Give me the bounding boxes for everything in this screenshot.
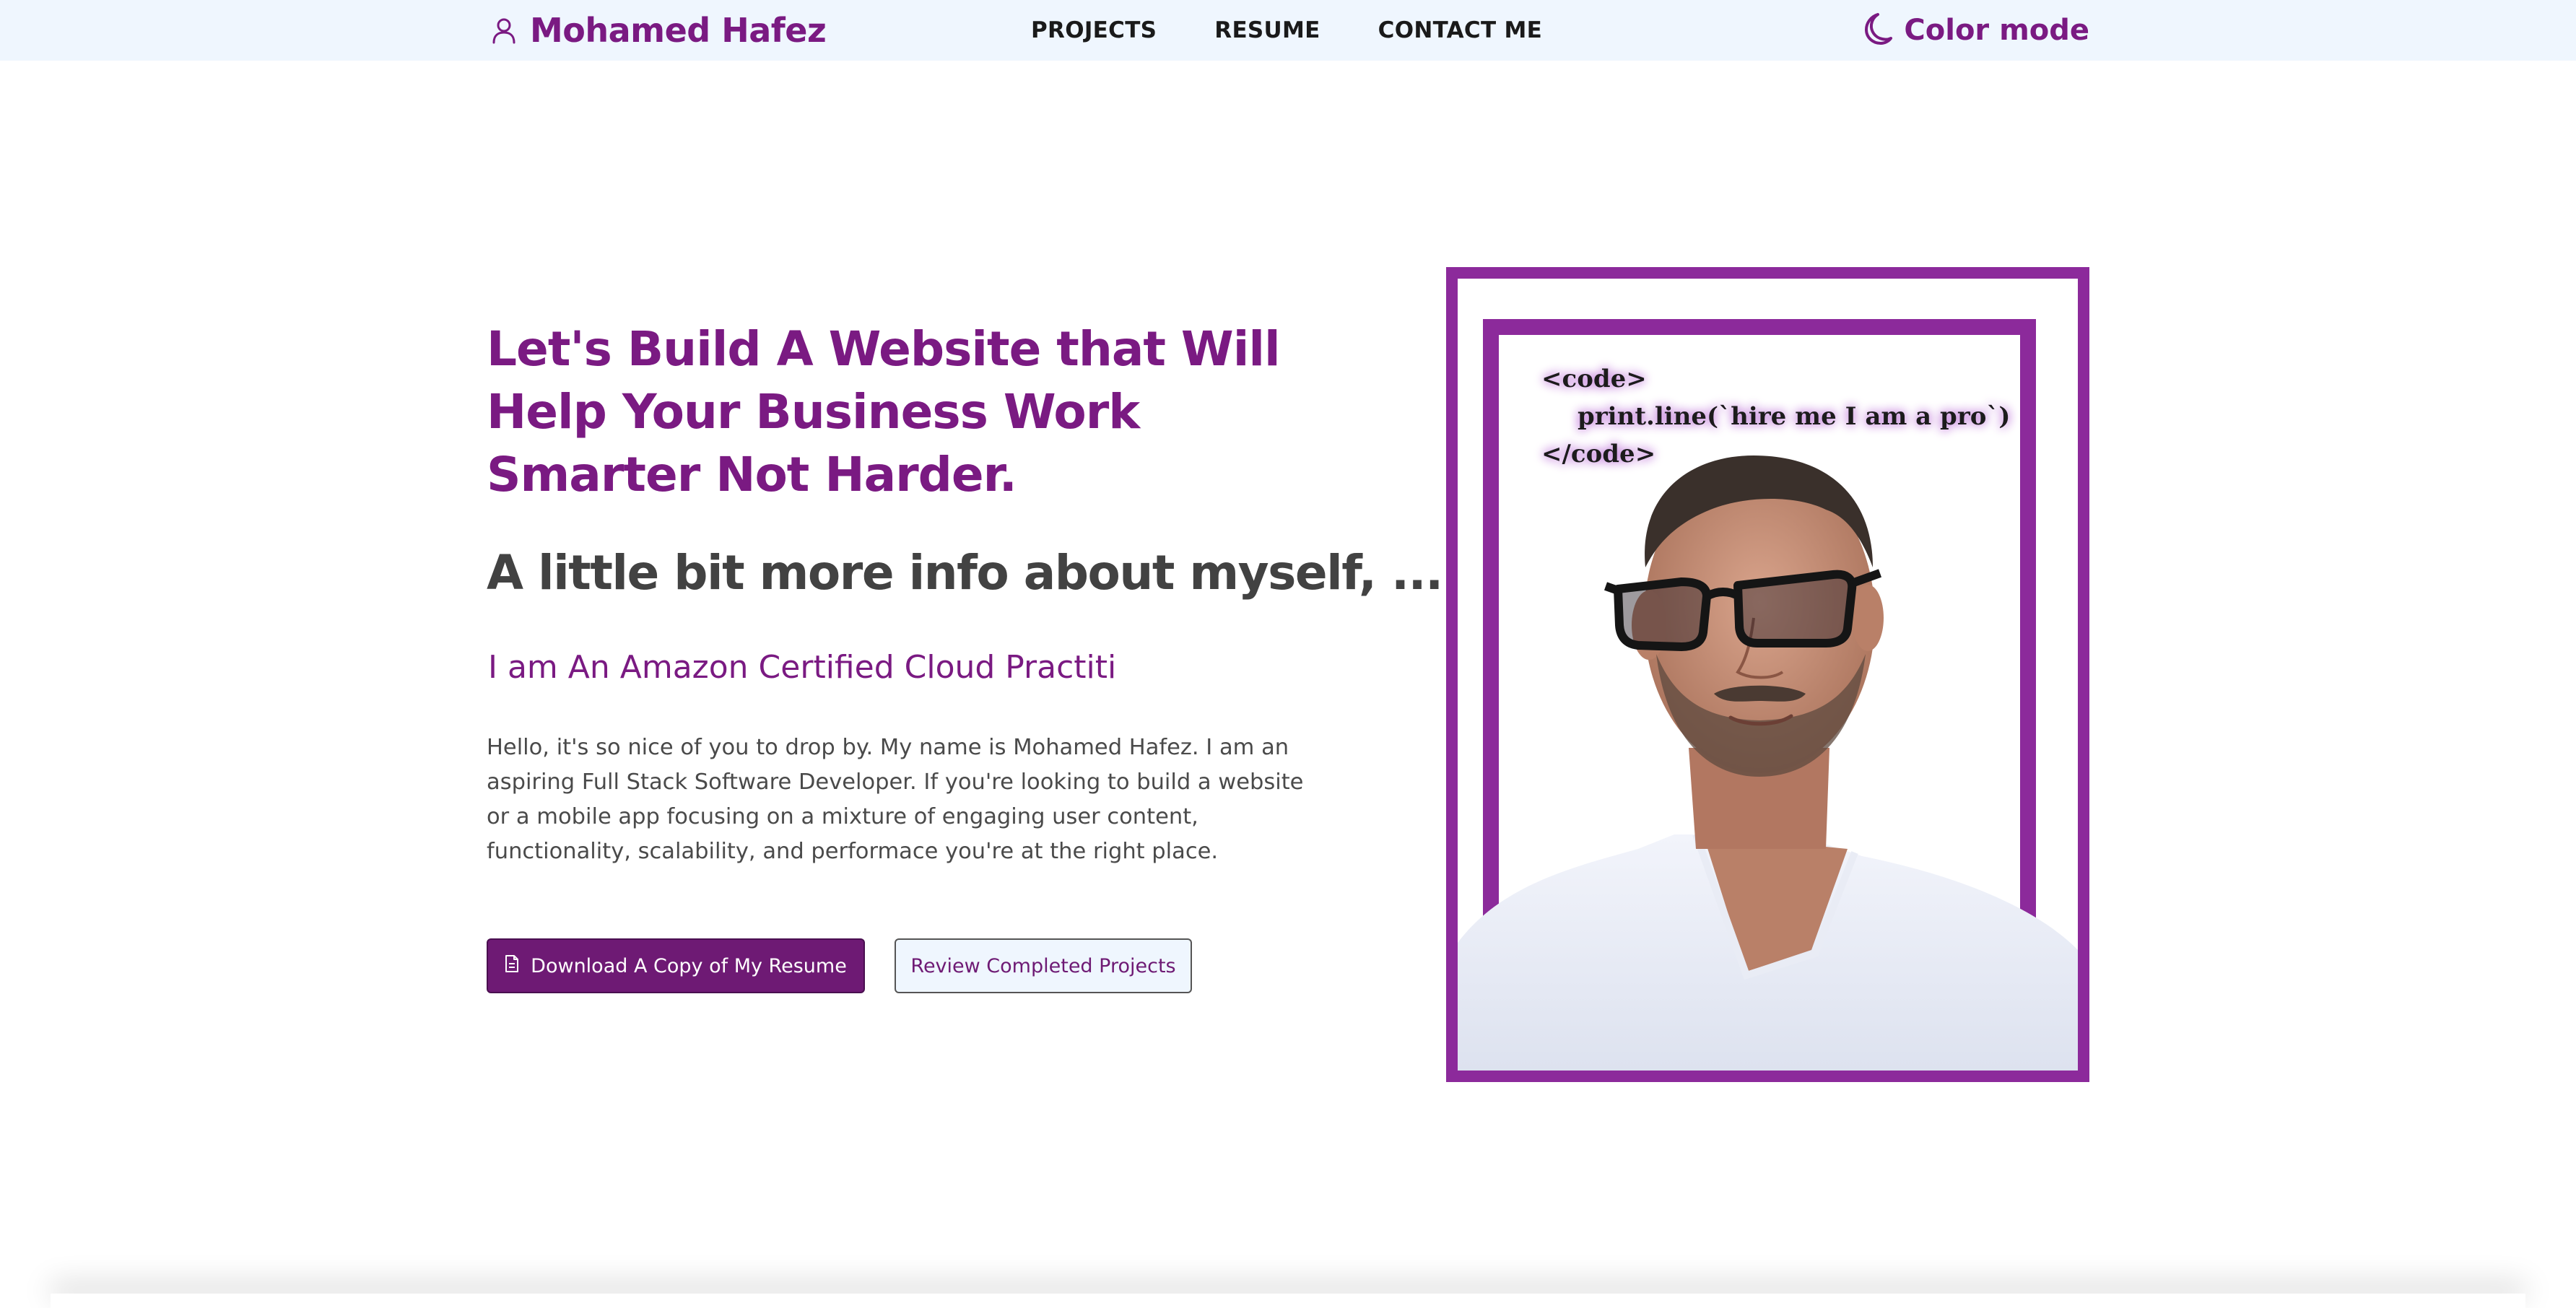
code-line-close: </code> xyxy=(1541,440,1655,468)
document-icon xyxy=(505,954,519,977)
typed-text: I am An Amazon Certified Cloud Practiti xyxy=(488,649,1117,686)
brand-link[interactable]: Mohamed Hafez xyxy=(491,0,827,61)
code-line-open: <code> xyxy=(1541,365,1647,393)
color-mode-toggle[interactable]: Color mode xyxy=(1856,0,2089,61)
intro-paragraph: Hello, it's so nice of you to drop by. M… xyxy=(487,735,1304,864)
code-line-print: print.line(`hire me I am a pro`) xyxy=(1578,402,2011,431)
nav-link-contact[interactable]: CONTACT ME xyxy=(1378,17,1543,43)
brand-name: Mohamed Hafez xyxy=(530,11,827,50)
next-section-edge xyxy=(51,1294,2525,1308)
download-resume-button[interactable]: Download A Copy of My Resume xyxy=(487,938,865,993)
portrait-frame: <code> print.line(`hire me I am a pro`) … xyxy=(1446,267,2089,1082)
moon-icon xyxy=(1856,10,1894,51)
download-resume-label: Download A Copy of My Resume xyxy=(531,954,847,977)
review-projects-button[interactable]: Review Completed Projects xyxy=(895,938,1192,993)
hero-title: Let's Build A Website that Will Help You… xyxy=(487,321,1281,502)
color-mode-label: Color mode xyxy=(1904,14,2089,47)
nav-links: PROJECTS RESUME CONTACT ME xyxy=(1031,0,1542,61)
nav-link-resume[interactable]: RESUME xyxy=(1214,17,1320,43)
top-nav: Mohamed Hafez PROJECTS RESUME CONTACT ME… xyxy=(0,0,2576,61)
user-icon xyxy=(491,17,517,44)
portrait-image: <code> print.line(`hire me I am a pro`) … xyxy=(1458,279,2078,1071)
hero-subtitle: A little bit more info about myself, ... xyxy=(487,545,1443,601)
nav-link-projects[interactable]: PROJECTS xyxy=(1031,17,1157,43)
